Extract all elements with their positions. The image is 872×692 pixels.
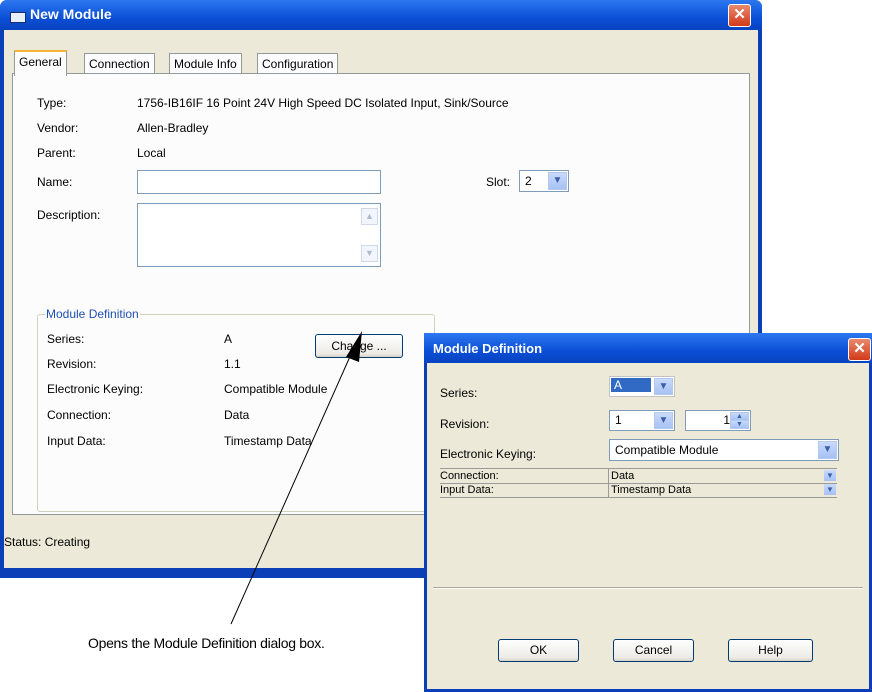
series-label: Series: bbox=[47, 332, 85, 346]
md-revision-major-value: 1 bbox=[615, 413, 622, 427]
md-series-select[interactable]: A ▼ bbox=[609, 376, 675, 397]
md-connection-label: Connection: bbox=[440, 470, 499, 482]
parent-value: Local bbox=[137, 146, 166, 160]
input-data-label: Input Data: bbox=[47, 434, 106, 448]
window-title: New Module bbox=[30, 6, 112, 22]
tab-general[interactable]: General bbox=[14, 50, 67, 76]
help-button[interactable]: Help bbox=[728, 639, 813, 662]
dialog-title: Module Definition bbox=[433, 341, 543, 356]
status-label: Status: bbox=[4, 535, 42, 549]
divider bbox=[433, 587, 863, 589]
md-revision-label: Revision: bbox=[440, 417, 490, 431]
module-definition-legend: Module Definition bbox=[45, 307, 140, 321]
app-window-icon bbox=[10, 12, 26, 23]
callout-caption: Opens the Module Definition dialog box. bbox=[88, 635, 325, 651]
md-series-value: A bbox=[611, 378, 651, 392]
revision-value: 1.1 bbox=[224, 357, 241, 371]
status-bar: Status: Creating bbox=[4, 535, 90, 549]
dialog-close-button[interactable]: ✕ bbox=[848, 338, 871, 361]
md-keying-label: Electronic Keying: bbox=[440, 447, 537, 461]
change-button[interactable]: Change ... bbox=[315, 334, 403, 358]
type-value: 1756-IB16IF 16 Point 24V High Speed DC I… bbox=[137, 96, 509, 110]
vendor-value: Allen-Bradley bbox=[137, 121, 209, 135]
md-input-data-value: Timestamp Data bbox=[608, 483, 839, 497]
slot-select[interactable]: 2 ▼ bbox=[519, 170, 569, 192]
revision-label: Revision: bbox=[47, 357, 97, 371]
type-label: Type: bbox=[37, 96, 67, 110]
close-icon: ✕ bbox=[733, 6, 746, 23]
connection-label: Connection: bbox=[47, 408, 112, 422]
tab-configuration[interactable]: Configuration bbox=[257, 53, 339, 74]
scroll-up-icon[interactable]: ▲ bbox=[361, 208, 378, 225]
module-definition-dialog: Module Definition ✕ Series: A ▼ Revision… bbox=[424, 333, 872, 692]
md-connection-row[interactable]: Connection: Data ▼ bbox=[440, 468, 837, 484]
slot-value: 2 bbox=[525, 174, 532, 188]
chevron-down-icon[interactable]: ▼ bbox=[824, 484, 836, 495]
series-value: A bbox=[224, 332, 233, 346]
md-input-data-label: Input Data: bbox=[440, 484, 494, 496]
md-keying-select[interactable]: Compatible Module ▼ bbox=[609, 439, 839, 461]
electronic-keying-value: Compatible Module bbox=[224, 382, 328, 396]
vendor-label: Vendor: bbox=[37, 121, 79, 135]
md-connection-value: Data bbox=[608, 469, 839, 483]
md-input-data-row[interactable]: Input Data: Timestamp Data ▼ bbox=[440, 483, 837, 498]
dialog-title-bar[interactable]: Module Definition bbox=[424, 333, 872, 363]
md-revision-major-select[interactable]: 1 ▼ bbox=[609, 410, 675, 431]
ok-button[interactable]: OK bbox=[498, 639, 579, 662]
tab-module-info[interactable]: Module Info bbox=[169, 53, 242, 74]
md-revision-minor-spinner[interactable]: 1 ▲ ▼ bbox=[685, 410, 751, 431]
md-keying-value: Compatible Module bbox=[615, 443, 719, 457]
status-value: Creating bbox=[44, 535, 91, 549]
connection-value: Data bbox=[224, 408, 250, 422]
slot-label: Slot: bbox=[486, 175, 511, 189]
parent-label: Parent: bbox=[37, 146, 76, 160]
tab-connection[interactable]: Connection bbox=[84, 53, 155, 74]
close-button[interactable]: ✕ bbox=[728, 4, 751, 27]
scroll-down-icon[interactable]: ▼ bbox=[361, 245, 378, 262]
name-label: Name: bbox=[37, 175, 73, 189]
chevron-down-icon[interactable]: ▼ bbox=[818, 441, 837, 459]
description-label: Description: bbox=[37, 208, 101, 222]
md-series-label: Series: bbox=[440, 386, 478, 400]
spin-down-icon[interactable]: ▼ bbox=[730, 420, 749, 429]
chevron-down-icon[interactable]: ▼ bbox=[654, 378, 673, 395]
description-input[interactable]: ▲ ▼ bbox=[137, 203, 381, 267]
chevron-down-icon[interactable]: ▼ bbox=[654, 412, 673, 429]
close-icon: ✕ bbox=[853, 340, 866, 357]
chevron-down-icon[interactable]: ▼ bbox=[548, 172, 567, 190]
input-data-value: Timestamp Data bbox=[224, 434, 312, 448]
cancel-button[interactable]: Cancel bbox=[613, 639, 694, 662]
dialog-client: Series: A ▼ Revision: 1 ▼ 1 ▲ ▼ Electron… bbox=[427, 363, 869, 689]
name-input[interactable] bbox=[137, 170, 381, 194]
chevron-down-icon[interactable]: ▼ bbox=[824, 470, 836, 481]
md-revision-minor-value: 1 bbox=[723, 413, 730, 427]
electronic-keying-label: Electronic Keying: bbox=[47, 382, 144, 396]
title-bar[interactable]: New Module bbox=[0, 0, 762, 30]
